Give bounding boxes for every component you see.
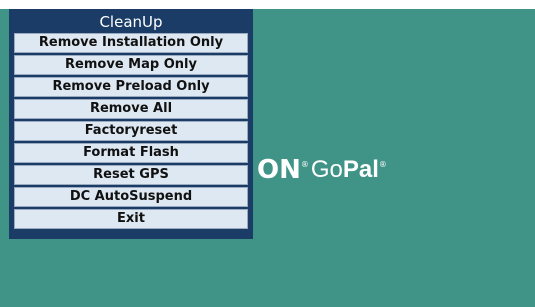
- factoryreset-button[interactable]: Factoryreset: [14, 121, 248, 141]
- cleanup-menu: CleanUp Remove Installation Only Remove …: [9, 9, 253, 239]
- logo-pal-text: Pal: [342, 156, 379, 183]
- remove-preload-only-button[interactable]: Remove Preload Only: [14, 77, 248, 97]
- exit-button[interactable]: Exit: [14, 209, 248, 229]
- logo-go-text: Go: [310, 156, 343, 183]
- logo-brand-text: ON: [257, 155, 301, 185]
- remove-map-only-button[interactable]: Remove Map Only: [14, 55, 248, 75]
- remove-all-button[interactable]: Remove All: [14, 99, 248, 119]
- remove-installation-only-button[interactable]: Remove Installation Only: [14, 33, 248, 53]
- gopal-logo: ON ® Go Pal ®: [257, 155, 387, 185]
- dc-autosuspend-button[interactable]: DC AutoSuspend: [14, 187, 248, 207]
- reset-gps-button[interactable]: Reset GPS: [14, 165, 248, 185]
- logo-registered-mark: ®: [300, 160, 309, 169]
- menu-title: CleanUp: [99, 13, 163, 31]
- format-flash-button[interactable]: Format Flash: [14, 143, 248, 163]
- logo-pal-registered-mark: ®: [378, 160, 387, 169]
